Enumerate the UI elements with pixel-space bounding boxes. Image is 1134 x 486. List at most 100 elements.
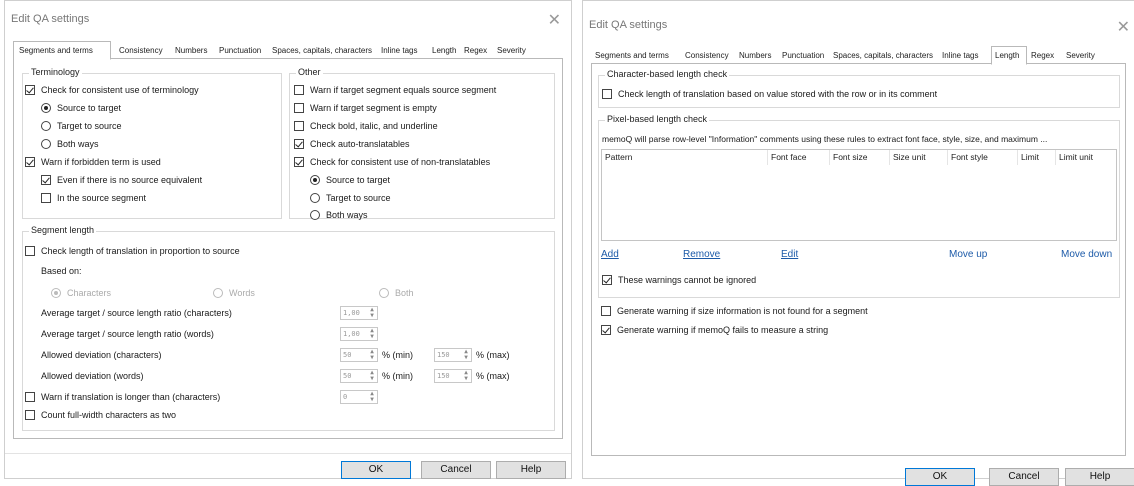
checkbox[interactable] [25,246,35,256]
cancel-button[interactable]: Cancel [421,461,491,479]
tab-severity[interactable]: Severity [497,44,526,59]
dev-words-min-stepper[interactable]: 50 ▲ ▼ [340,369,378,383]
checkbox[interactable] [294,85,304,95]
radio-words[interactable]: Words [213,288,255,298]
checkbox[interactable] [601,325,611,335]
check-even-no-source[interactable]: Even if there is no source equivalent [41,175,202,185]
pattern-list[interactable]: Pattern Font face Font size Size unit Fo… [601,149,1117,241]
dev-chars-min-stepper[interactable]: 50 ▲ ▼ [340,348,378,362]
check-in-source-segment[interactable]: In the source segment [41,193,146,203]
radio-both-ways[interactable]: Both ways [41,139,99,149]
tab-consistency[interactable]: Consistency [685,49,729,64]
check-bold-italic[interactable]: Check bold, italic, and underline [294,121,438,131]
close-icon[interactable]: ✕ [1117,17,1130,37]
radio[interactable] [310,210,320,220]
ok-button[interactable]: OK [905,468,975,486]
radio[interactable] [51,288,61,298]
help-button[interactable]: Help [1065,468,1134,486]
column-header-size-unit[interactable]: Size unit [890,150,948,165]
avg-ratio-chars-stepper[interactable]: 1,00 ▲ ▼ [340,306,378,320]
tab-punctuation[interactable]: Punctuation [782,49,824,64]
column-header-limit-unit[interactable]: Limit unit [1056,150,1118,165]
column-header-font-style[interactable]: Font style [948,150,1018,165]
check-warn-forbidden[interactable]: Warn if forbidden term is used [25,157,161,167]
check-warn-empty[interactable]: Warn if target segment is empty [294,103,437,113]
checkbox[interactable] [602,89,612,99]
check-fullwidth[interactable]: Count full-width characters as two [25,410,176,420]
cancel-button[interactable]: Cancel [989,468,1059,486]
spin-arrows-icon[interactable]: ▲ ▼ [369,328,375,340]
checkbox[interactable] [294,103,304,113]
radio-source-to-target[interactable]: Source to target [41,103,121,113]
checkbox[interactable] [25,410,35,420]
radio[interactable] [41,139,51,149]
checkbox[interactable] [25,85,35,95]
tab-numbers[interactable]: Numbers [175,44,207,59]
radio-nt-both-ways[interactable]: Both ways [310,210,368,220]
tab-severity[interactable]: Severity [1066,49,1095,64]
add-button[interactable]: Add [601,249,619,260]
check-cannot-ignore[interactable]: These warnings cannot be ignored [602,275,756,285]
checkbox[interactable] [25,157,35,167]
warn-longer-stepper[interactable]: 0 ▲ ▼ [340,390,378,404]
radio[interactable] [213,288,223,298]
dev-chars-max-stepper[interactable]: 150 ▲ ▼ [434,348,472,362]
radio[interactable] [41,103,51,113]
spin-arrows-icon[interactable]: ▲ ▼ [369,349,375,361]
checkbox[interactable] [25,392,35,402]
column-header-pattern[interactable]: Pattern [602,150,768,165]
check-length-proportion[interactable]: Check length of translation in proportio… [25,246,240,256]
check-non-translatables[interactable]: Check for consistent use of non-translat… [294,157,490,167]
tab-spaces-capitals-characters[interactable]: Spaces, capitals, characters [272,44,372,59]
spin-arrows-icon[interactable]: ▲ ▼ [463,349,469,361]
remove-button[interactable]: Remove [683,249,720,260]
tab-inline-tags[interactable]: Inline tags [381,44,417,59]
tab-length[interactable]: Length [991,46,1027,65]
radio-nt-target-to-source[interactable]: Target to source [310,193,391,203]
check-warn-no-size[interactable]: Generate warning if size information is … [601,306,868,316]
check-warn-equals-source[interactable]: Warn if target segment equals source seg… [294,85,496,95]
radio-target-to-source[interactable]: Target to source [41,121,122,131]
checkbox[interactable] [294,139,304,149]
tab-numbers[interactable]: Numbers [739,49,771,64]
checkbox[interactable] [602,275,612,285]
check-warn-measure[interactable]: Generate warning if memoQ fails to measu… [601,325,828,335]
tab-punctuation[interactable]: Punctuation [219,44,261,59]
ok-button[interactable]: OK [341,461,411,479]
radio-nt-source-to-target[interactable]: Source to target [310,175,390,185]
move-up-button[interactable]: Move up [949,249,987,260]
checkbox[interactable] [294,121,304,131]
radio[interactable] [310,175,320,185]
edit-button[interactable]: Edit [781,249,798,260]
column-header-font-face[interactable]: Font face [768,150,830,165]
checkbox[interactable] [41,193,51,203]
help-button[interactable]: Help [496,461,566,479]
avg-ratio-words-stepper[interactable]: 1,00 ▲ ▼ [340,327,378,341]
radio-both[interactable]: Both [379,288,414,298]
check-auto-translatables[interactable]: Check auto-translatables [294,139,410,149]
tab-regex[interactable]: Regex [464,44,487,59]
spin-arrows-icon[interactable]: ▲ ▼ [369,391,375,403]
radio-characters[interactable]: Characters [51,288,111,298]
checkbox[interactable] [601,306,611,316]
spin-arrows-icon[interactable]: ▲ ▼ [463,370,469,382]
spin-arrows-icon[interactable]: ▲ ▼ [369,307,375,319]
check-stored-length[interactable]: Check length of translation based on val… [602,89,937,99]
tab-segments-and-terms[interactable]: Segments and terms [13,41,111,60]
checkbox[interactable] [41,175,51,185]
tab-spaces-capitals-characters[interactable]: Spaces, capitals, characters [833,49,933,64]
tab-length[interactable]: Length [432,44,456,59]
dev-words-max-stepper[interactable]: 150 ▲ ▼ [434,369,472,383]
radio[interactable] [310,193,320,203]
spin-arrows-icon[interactable]: ▲ ▼ [369,370,375,382]
column-header-font-size[interactable]: Font size [830,150,890,165]
column-header-limit[interactable]: Limit [1018,150,1056,165]
tab-regex[interactable]: Regex [1031,49,1054,64]
tab-inline-tags[interactable]: Inline tags [942,49,978,64]
radio[interactable] [41,121,51,131]
tab-segments-and-terms[interactable]: Segments and terms [595,49,669,64]
checkbox[interactable] [294,157,304,167]
tab-consistency[interactable]: Consistency [119,44,163,59]
close-icon[interactable]: ✕ [548,10,561,30]
check-warn-longer[interactable]: Warn if translation is longer than (char… [25,392,220,402]
